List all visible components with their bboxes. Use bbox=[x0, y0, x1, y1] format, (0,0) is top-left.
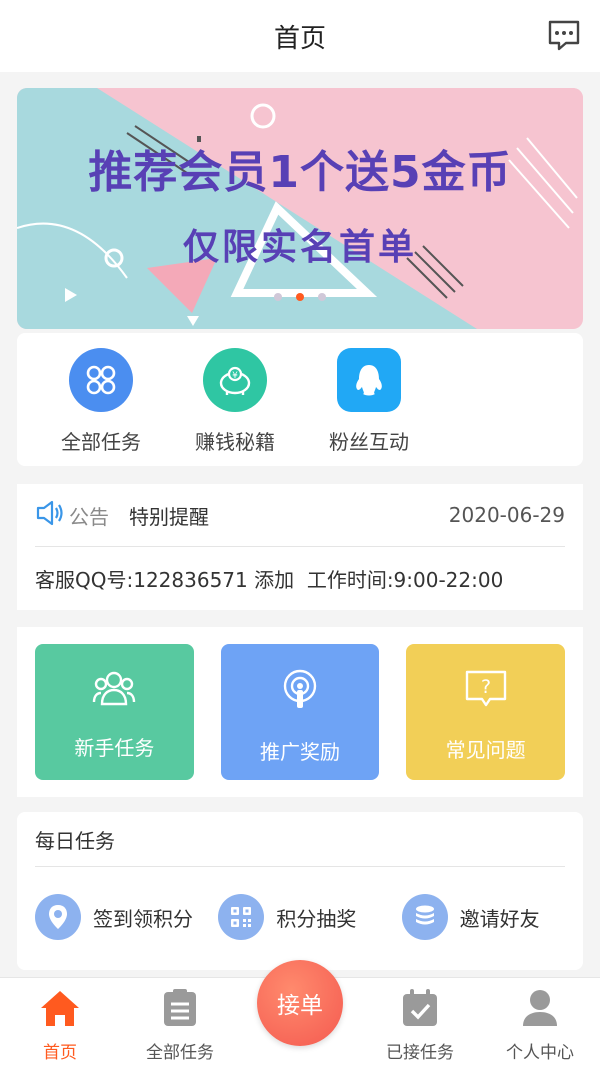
daily-label: 签到领积分 bbox=[93, 906, 193, 931]
svg-text:¥: ¥ bbox=[232, 371, 238, 381]
quick-actions: 全部任务 ¥ 赚钱秘籍 粉丝互动 bbox=[17, 333, 583, 466]
tab-all-tasks[interactable]: 全部任务 bbox=[120, 978, 240, 1067]
tab-label: 已接任务 bbox=[386, 1043, 454, 1063]
daily-lottery[interactable]: 积分抽奖 bbox=[218, 894, 381, 940]
take-order-button[interactable]: 接单 bbox=[257, 960, 343, 1046]
qq-penguin-icon bbox=[337, 348, 401, 412]
tile-label: 推广奖励 bbox=[260, 740, 340, 764]
tile-promo-rewards[interactable]: 推广奖励 bbox=[220, 644, 380, 780]
quick-fan-interaction[interactable]: 粉丝互动 bbox=[319, 333, 419, 466]
pagination-dot-active[interactable] bbox=[296, 293, 304, 301]
tab-home[interactable]: 首页 bbox=[0, 978, 120, 1067]
daily-tasks-panel: 每日任务 签到领积分 积分抽奖 邀请好友 bbox=[17, 812, 583, 970]
calendar-check-icon bbox=[401, 988, 439, 1032]
coin-stack-icon bbox=[401, 894, 448, 940]
group-icon bbox=[92, 668, 136, 712]
quick-all-tasks[interactable]: 全部任务 bbox=[51, 333, 151, 466]
notice-tag: 公告 bbox=[69, 504, 109, 529]
svg-text:?: ? bbox=[481, 676, 491, 698]
page-title: 首页 bbox=[273, 23, 326, 54]
promo-banner[interactable]: 推荐会员1个送5金币 仅限实名首单 bbox=[17, 88, 583, 329]
top-bar: 首页 bbox=[0, 0, 600, 72]
tile-label: 新手任务 bbox=[74, 736, 155, 760]
banner-subline: 仅限实名首单 bbox=[182, 227, 417, 268]
daily-invite[interactable]: 邀请好友 bbox=[401, 894, 565, 940]
tab-label: 个人中心 bbox=[506, 1043, 574, 1063]
chat-bubble-icon[interactable] bbox=[546, 17, 582, 53]
home-icon bbox=[39, 988, 81, 1032]
tab-label: 全部任务 bbox=[146, 1043, 214, 1063]
tile-faq[interactable]: ? 常见问题 bbox=[406, 644, 566, 780]
quick-money-tips[interactable]: ¥ 赚钱秘籍 bbox=[185, 333, 285, 466]
location-pin-icon bbox=[35, 894, 81, 940]
broadcast-icon bbox=[280, 668, 320, 716]
daily-label: 积分抽奖 bbox=[276, 906, 357, 931]
clipboard-icon bbox=[161, 988, 199, 1032]
banner-pagination bbox=[17, 293, 583, 301]
quick-label: 全部任务 bbox=[61, 430, 141, 454]
quick-label: 赚钱秘籍 bbox=[195, 430, 275, 454]
feature-tiles: 新手任务 推广奖励 ? 常见问题 bbox=[17, 627, 583, 797]
notice-panel[interactable]: 公告 特别提醒 2020-06-29 客服QQ号:122836571 添加 工作… bbox=[17, 484, 583, 610]
daily-checkin[interactable]: 签到领积分 bbox=[35, 894, 198, 940]
user-icon bbox=[521, 988, 559, 1032]
tile-newbie-tasks[interactable]: 新手任务 bbox=[35, 644, 194, 780]
qr-code-icon bbox=[218, 894, 265, 940]
daily-label: 邀请好友 bbox=[459, 906, 540, 931]
pagination-dot[interactable] bbox=[274, 293, 282, 301]
question-icon: ? bbox=[464, 668, 508, 714]
tab-accepted-tasks[interactable]: 已接任务 bbox=[360, 978, 480, 1067]
quick-label: 粉丝互动 bbox=[329, 430, 409, 454]
notice-title: 特别提醒 bbox=[129, 504, 209, 529]
daily-title: 每日任务 bbox=[35, 812, 565, 867]
speaker-icon bbox=[35, 499, 65, 531]
piggy-bank-icon: ¥ bbox=[203, 348, 267, 412]
tab-label: 首页 bbox=[43, 1043, 77, 1063]
banner-headline: 推荐会员1个送5金币 bbox=[88, 147, 512, 198]
pagination-dot[interactable] bbox=[318, 293, 326, 301]
tile-label: 常见问题 bbox=[445, 738, 526, 762]
notice-date: 2020-06-29 bbox=[448, 503, 565, 527]
tab-profile[interactable]: 个人中心 bbox=[480, 978, 600, 1067]
grid-icon bbox=[69, 348, 133, 412]
notice-header: 公告 特别提醒 2020-06-29 bbox=[35, 484, 565, 547]
notice-content: 客服QQ号:122836571 添加 工作时间:9:00-22:00 bbox=[35, 567, 504, 592]
